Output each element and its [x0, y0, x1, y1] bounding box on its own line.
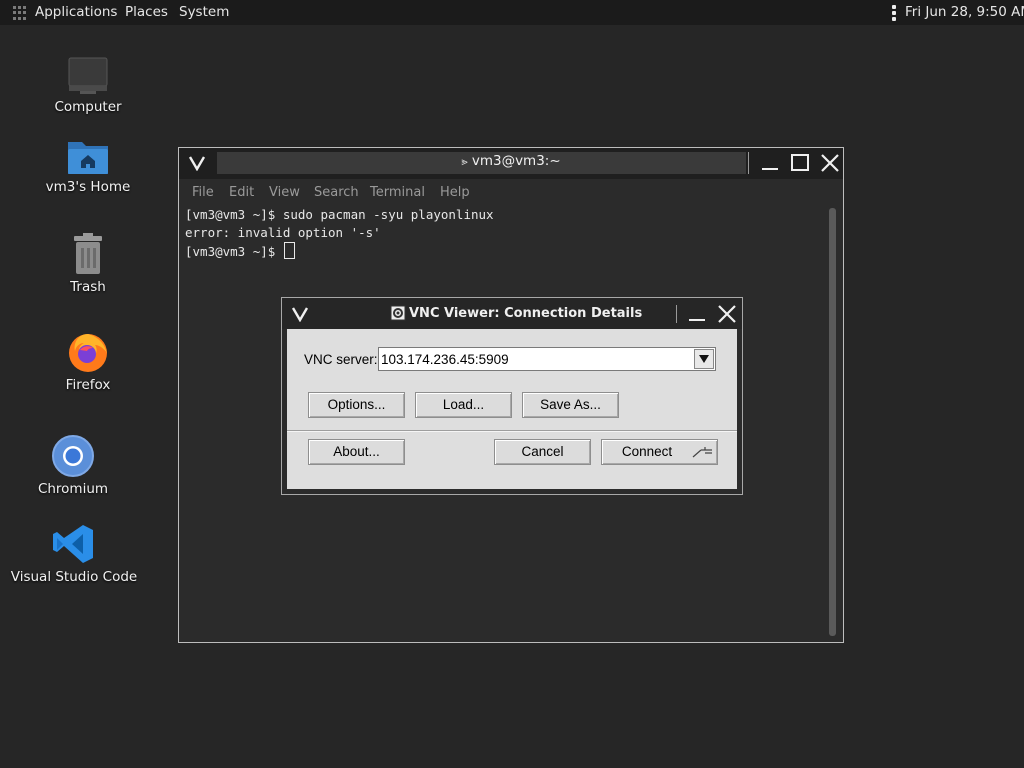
desktop-icon-firefox[interactable]: Firefox: [23, 328, 153, 393]
text-cursor: [283, 242, 295, 259]
menu-view[interactable]: View: [269, 185, 300, 200]
firefox-icon: [69, 334, 107, 372]
desktop-icon-chromium[interactable]: Chromium: [8, 432, 138, 497]
menu-file[interactable]: File: [192, 185, 214, 200]
close-icon[interactable]: [716, 303, 738, 325]
connect-plug-icon: [692, 447, 712, 458]
vnc-server-input[interactable]: [381, 350, 689, 368]
terminal-titlebar[interactable]: ⪢ vm3@vm3:~: [179, 148, 843, 179]
terminal-scrollbar[interactable]: [829, 208, 836, 636]
window-menu-icon[interactable]: [291, 306, 309, 322]
terminal-app-icon: ⪢: [461, 155, 468, 168]
system-menu[interactable]: System: [179, 4, 229, 20]
vnc-titlebar[interactable]: VNC Viewer: Connection Details: [282, 298, 742, 329]
places-menu[interactable]: Places: [125, 4, 168, 20]
home-folder-icon: [68, 142, 108, 174]
terminal-title: vm3@vm3:~: [471, 153, 561, 169]
top-panel: Applications Places System Fri Jun 28, 9…: [0, 0, 1024, 25]
vnc-server-label: VNC server:: [304, 352, 378, 367]
desktop-icon-home[interactable]: vm3's Home: [23, 130, 153, 195]
menu-edit[interactable]: Edit: [229, 185, 254, 200]
close-icon[interactable]: [819, 152, 841, 174]
cancel-button[interactable]: Cancel: [494, 439, 591, 465]
computer-icon: [68, 57, 108, 94]
vscode-icon: [53, 525, 93, 563]
desktop-icon-label: Computer: [54, 99, 122, 115]
options-button[interactable]: Options...: [308, 392, 405, 418]
terminal-line: [vm3@vm3 ~]$ sudo pacman -syu playonlinu…: [185, 207, 494, 222]
about-button[interactable]: About...: [308, 439, 405, 465]
desktop-icon-label: Trash: [70, 279, 106, 295]
terminal-prompt: [vm3@vm3 ~]$: [185, 244, 283, 259]
title-divider: [748, 152, 749, 174]
terminal-menubar: File Edit View Search Terminal Help: [179, 179, 843, 204]
connect-label: Connect: [621, 444, 673, 459]
chevron-down-icon: [699, 355, 709, 363]
terminal-title-wrap: ⪢ vm3@vm3:~: [179, 153, 843, 169]
desktop-icon-computer[interactable]: Computer: [23, 50, 153, 115]
menu-help[interactable]: Help: [440, 185, 470, 200]
minimize-icon[interactable]: [759, 152, 781, 174]
trash-icon: [74, 233, 102, 274]
vnc-dialog-body: VNC server: Options... Load... Save As..…: [287, 329, 737, 489]
desktop-icon-label: vm3's Home: [45, 179, 131, 195]
dropdown-button[interactable]: [694, 349, 714, 369]
menu-terminal[interactable]: Terminal: [370, 185, 425, 200]
terminal-line: error: invalid option '-s': [185, 225, 381, 240]
vnc-server-combobox[interactable]: [378, 347, 716, 371]
separator: [287, 430, 737, 432]
applications-grid-icon[interactable]: [13, 6, 27, 20]
desktop-icon-label: Chromium: [37, 481, 109, 497]
chromium-icon: [52, 435, 94, 477]
vnc-dialog-title: VNC Viewer: Connection Details: [409, 306, 643, 321]
connect-button[interactable]: Connect: [601, 439, 718, 465]
vnc-connection-dialog[interactable]: VNC Viewer: Connection Details VNC serve…: [281, 297, 743, 495]
desktop-icon-vscode[interactable]: Visual Studio Code: [9, 520, 139, 585]
clock[interactable]: Fri Jun 28, 9:50 AM: [905, 4, 1024, 20]
desktop-icon-label: Visual Studio Code: [10, 569, 138, 585]
save-as-button[interactable]: Save As...: [522, 392, 619, 418]
desktop-icon-trash[interactable]: Trash: [23, 230, 153, 295]
desktop-icon-label: Firefox: [65, 377, 111, 393]
panel-menu-dots-icon[interactable]: [892, 5, 896, 21]
load-button[interactable]: Load...: [415, 392, 512, 418]
minimize-icon[interactable]: [686, 304, 708, 324]
applications-menu[interactable]: Applications: [35, 4, 117, 20]
menu-search[interactable]: Search: [314, 185, 359, 200]
vnc-app-icon: [390, 305, 406, 321]
terminal-prompt-line: [vm3@vm3 ~]$: [185, 242, 825, 260]
maximize-icon[interactable]: [789, 152, 811, 174]
title-divider: [676, 305, 677, 323]
